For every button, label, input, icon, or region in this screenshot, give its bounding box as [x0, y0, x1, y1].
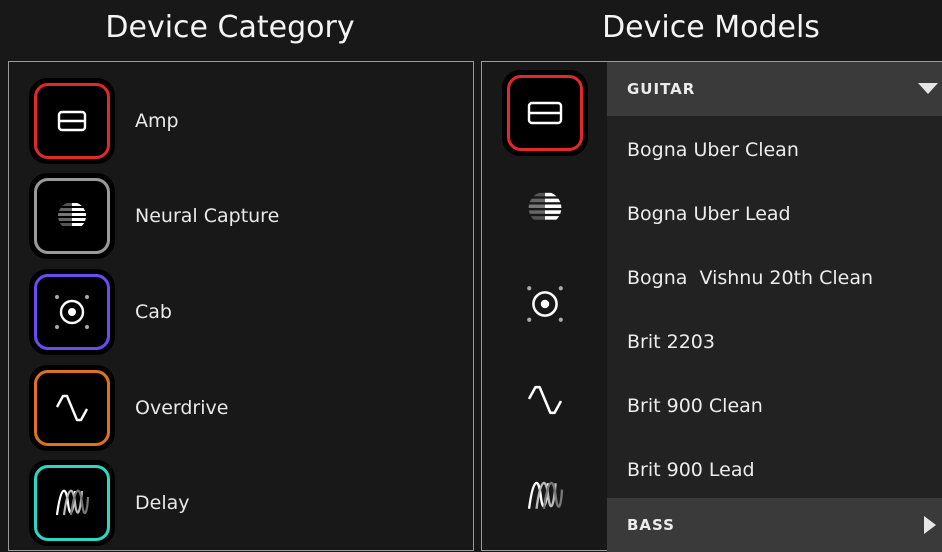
- category-label: Delay: [135, 492, 190, 514]
- models-icon-neural-capture[interactable]: [502, 165, 588, 251]
- model-item[interactable]: Bogna Uber Lead: [607, 182, 942, 246]
- amp-icon: [57, 110, 87, 132]
- model-label: Bogna Uber Lead: [627, 203, 791, 225]
- model-label: Brit 900 Clean: [627, 395, 763, 417]
- overdrive-tile: [29, 365, 115, 451]
- model-label: Bogna Vishnu 20th Clean: [627, 267, 874, 289]
- neural-capture-icon: [528, 192, 562, 220]
- model-item[interactable]: Bogna Vishnu 20th Clean: [607, 246, 942, 310]
- delay-tile-frame: [34, 465, 110, 541]
- group-header-guitar[interactable]: GUITAR: [607, 62, 942, 116]
- model-item[interactable]: Brit 900 Clean: [607, 374, 942, 438]
- neural-capture-tile: [29, 173, 115, 259]
- overdrive-icon: [527, 385, 563, 415]
- overdrive-icon: [55, 394, 89, 422]
- models-icon-cab[interactable]: [502, 261, 588, 347]
- selected-amp-tile-frame: [507, 75, 583, 151]
- device-models-panel: GUITAR Bogna Uber Clean Bogna Uber Lead …: [481, 61, 942, 552]
- amp-tile: [29, 78, 115, 164]
- group-header-bass[interactable]: BASS: [607, 498, 942, 552]
- group-label: GUITAR: [627, 80, 696, 98]
- models-icon-delay[interactable]: [502, 453, 588, 539]
- model-item[interactable]: Brit 900 Lead: [607, 438, 942, 502]
- amp-tile-frame: [34, 83, 110, 159]
- category-amp[interactable]: Amp: [29, 78, 469, 164]
- category-label: Amp: [135, 110, 179, 132]
- neural-capture-icon: [58, 203, 86, 226]
- cab-icon: [527, 286, 563, 322]
- cab-icon: [55, 295, 89, 329]
- group-label: BASS: [627, 516, 675, 534]
- category-label: Overdrive: [135, 397, 229, 419]
- model-item[interactable]: Bogna Uber Clean: [607, 118, 942, 182]
- category-overdrive[interactable]: Overdrive: [29, 365, 469, 451]
- cab-tile: [29, 269, 115, 355]
- device-category-panel: Amp Neural Capture Cab Overdrive Delay: [8, 61, 474, 551]
- overdrive-tile-frame: [34, 370, 110, 446]
- chevron-right-icon: [924, 516, 936, 534]
- category-delay[interactable]: Delay: [29, 460, 469, 546]
- neural-capture-tile-frame: [34, 178, 110, 254]
- delay-icon: [55, 489, 90, 516]
- category-label: Neural Capture: [135, 205, 280, 227]
- category-label: Cab: [135, 301, 172, 323]
- models-list: GUITAR Bogna Uber Clean Bogna Uber Lead …: [607, 62, 942, 552]
- cab-tile-frame: [34, 274, 110, 350]
- delay-tile: [29, 460, 115, 546]
- models-icon-amp[interactable]: [502, 70, 588, 156]
- model-label: Brit 900 Lead: [627, 459, 755, 481]
- category-neural-capture[interactable]: Neural Capture: [29, 173, 469, 259]
- model-label: Bogna Uber Clean: [627, 139, 799, 161]
- amp-icon: [527, 101, 563, 125]
- delay-icon: [527, 482, 564, 509]
- device-category-heading: Device Category: [105, 10, 355, 45]
- device-models-heading: Device Models: [602, 10, 820, 45]
- model-item[interactable]: Brit 2203: [607, 310, 942, 374]
- category-cab[interactable]: Cab: [29, 269, 469, 355]
- selected-amp-tile: [502, 70, 588, 156]
- model-label: Brit 2203: [627, 331, 715, 353]
- models-icon-overdrive[interactable]: [502, 357, 588, 443]
- chevron-down-icon: [918, 83, 938, 94]
